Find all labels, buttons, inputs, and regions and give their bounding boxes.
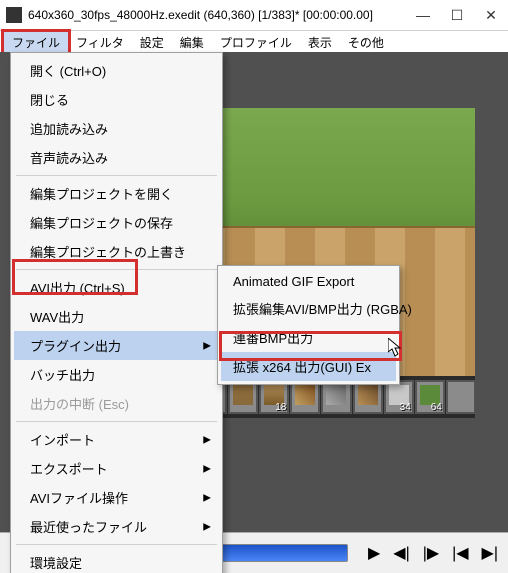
hotbar-slot — [353, 380, 383, 414]
window-buttons: — ☐ ✕ — [406, 0, 508, 30]
go-start-button[interactable]: |◀ — [452, 543, 468, 563]
window-title: 640x360_30fps_48000Hz.exedit (640,360) [… — [28, 8, 406, 22]
file-menu-item[interactable]: 環境設定 — [14, 548, 219, 573]
submenu-arrow-icon: ▶ — [203, 340, 211, 351]
file-menu-item[interactable]: AVI出力 (Ctrl+S) — [14, 273, 219, 302]
file-menu-item[interactable]: バッチ出力 — [14, 360, 219, 389]
submenu-arrow-icon: ▶ — [203, 521, 211, 532]
menu-separator — [16, 544, 217, 545]
file-menu-item[interactable]: 追加読み込み — [14, 114, 219, 143]
plugin-submenu-item[interactable]: 拡張編集AVI/BMP出力 (RGBA) — [221, 294, 396, 323]
menu-other[interactable]: その他 — [340, 32, 392, 53]
hotbar-slot — [228, 380, 258, 414]
plugin-output-submenu: Animated GIF Export拡張編集AVI/BMP出力 (RGBA)連… — [217, 265, 400, 385]
plugin-submenu-item[interactable]: Animated GIF Export — [221, 269, 396, 294]
maximize-button[interactable]: ☐ — [440, 0, 474, 30]
file-menu-item[interactable]: インポート▶ — [14, 425, 219, 454]
file-menu-item[interactable]: 編集プロジェクトの保存 — [14, 208, 219, 237]
menu-edit[interactable]: 編集 — [172, 32, 212, 53]
close-button[interactable]: ✕ — [474, 0, 508, 30]
submenu-arrow-icon: ▶ — [203, 492, 211, 503]
file-menu-item[interactable]: 開く (Ctrl+O) — [14, 56, 219, 85]
title-bar: 640x360_30fps_48000Hz.exedit (640,360) [… — [0, 0, 508, 31]
step-forward-button[interactable]: |▶ — [423, 543, 439, 563]
plugin-submenu-item[interactable]: 拡張 x264 出力(GUI) Ex — [221, 352, 396, 381]
file-menu-item[interactable]: 編集プロジェクトを開く — [14, 179, 219, 208]
file-menu-item[interactable]: AVIファイル操作▶ — [14, 483, 219, 512]
menu-separator — [16, 175, 217, 176]
file-menu-item[interactable]: エクスポート▶ — [14, 454, 219, 483]
menu-file[interactable]: ファイル — [4, 32, 68, 53]
menu-separator — [16, 269, 217, 270]
hotbar-slot — [290, 380, 320, 414]
step-back-button[interactable]: ◀| — [393, 543, 409, 563]
menu-bar: ファイル フィルタ 設定 編集 プロファイル 表示 その他 — [0, 31, 508, 54]
file-menu-item[interactable]: WAV出力 — [14, 302, 219, 331]
hotbar-slot — [321, 380, 351, 414]
play-button[interactable]: ▶ — [368, 543, 380, 563]
submenu-arrow-icon: ▶ — [203, 463, 211, 474]
file-menu-item[interactable]: 音声読み込み — [14, 143, 219, 172]
plugin-submenu-item[interactable]: 連番BMP出力 — [221, 323, 396, 352]
file-menu-item[interactable]: 閉じる — [14, 85, 219, 114]
hotbar-slot: 34 — [384, 380, 414, 414]
hotbar-slot: 18 — [259, 380, 289, 414]
hotbar-slot: 64 — [415, 380, 445, 414]
menu-separator — [16, 421, 217, 422]
file-menu-item[interactable]: 最近使ったファイル▶ — [14, 512, 219, 541]
file-menu-item[interactable]: プラグイン出力▶ — [14, 331, 219, 360]
menu-filter[interactable]: フィルタ — [68, 32, 132, 53]
menu-view[interactable]: 表示 — [300, 32, 340, 53]
menu-settings[interactable]: 設定 — [132, 32, 172, 53]
menu-profile[interactable]: プロファイル — [212, 32, 300, 53]
submenu-arrow-icon: ▶ — [203, 434, 211, 445]
file-menu-item[interactable]: 編集プロジェクトの上書き — [14, 237, 219, 266]
hotbar-slot — [446, 380, 475, 414]
playback-buttons: ▶ ◀| |▶ |◀ ▶| — [368, 543, 508, 563]
go-end-button[interactable]: ▶| — [482, 543, 498, 563]
app-icon — [6, 7, 22, 23]
minimize-button[interactable]: — — [406, 0, 440, 30]
file-menu-item: 出力の中断 (Esc) — [14, 389, 219, 418]
file-dropdown: 開く (Ctrl+O)閉じる追加読み込み音声読み込み編集プロジェクトを開く編集プ… — [10, 52, 223, 573]
